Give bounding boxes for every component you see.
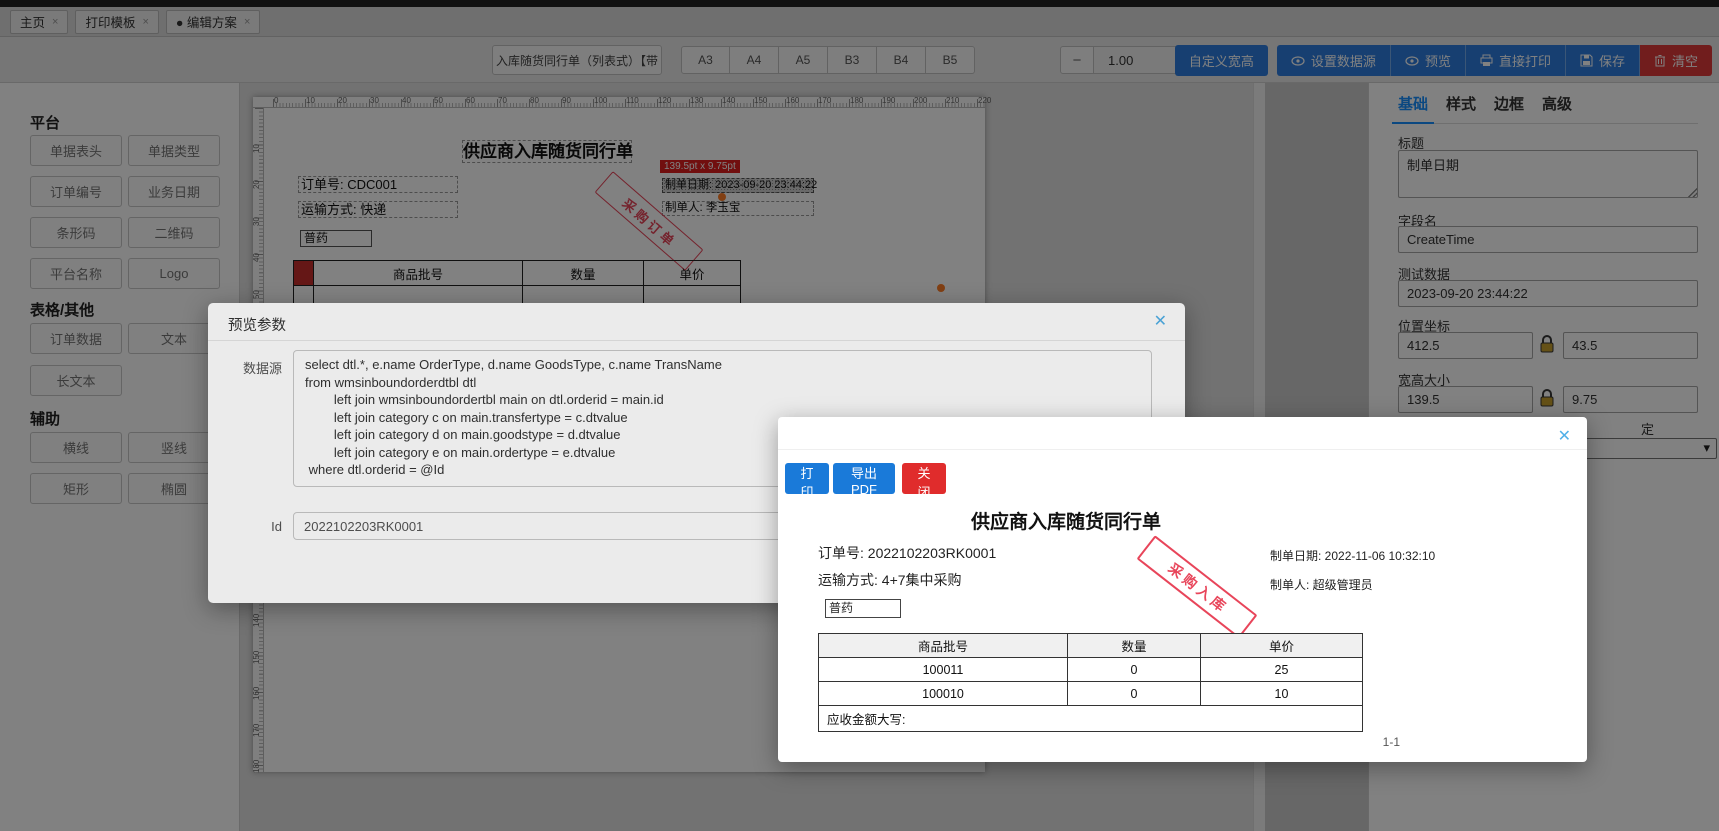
preview-table-cell: 0	[1067, 681, 1201, 706]
preview-table-header-row: 商品批号 数量 单价	[818, 633, 1363, 658]
preview-transport: 运输方式: 4+7集中采购	[818, 572, 962, 588]
preview-table-cell: 10	[1200, 681, 1363, 706]
preview-table-footer-row: 应收金额大写:	[818, 705, 1363, 732]
preview-col-batch: 商品批号	[818, 633, 1068, 658]
page-indicator: 1-1	[1382, 735, 1400, 749]
preview-table-cell: 100010	[818, 681, 1068, 706]
close-preview-button[interactable]: 关闭	[902, 463, 946, 500]
preview-table-footer: 应收金额大写:	[818, 705, 1363, 732]
preview-doc-title: 供应商入库随货同行单	[970, 512, 1161, 533]
preview-table-cell: 100011	[818, 657, 1068, 682]
modal-header: ✕	[778, 417, 1587, 450]
print-preview-modal: ✕ 打印 导出PDF 关闭 供应商入库随货同行单 订单号: 2022102203…	[778, 417, 1587, 762]
preview-order-no: 订单号: 2022102203RK0001	[818, 545, 997, 561]
print-button[interactable]: 打印	[785, 463, 829, 500]
export-pdf-button[interactable]: 导出PDF	[833, 463, 895, 497]
print-template-designer: 主页 × 打印模板 × ● 编辑方案 × 入库随货同行单（列表式）【带 A3 A…	[0, 0, 1719, 831]
preview-stamp-purchase-inbound: 采 购 入 库	[1136, 535, 1258, 639]
preview-order-table: 商品批号 数量 单价 100011 0 25 100010 0 10 应收金额大写:	[818, 633, 1363, 732]
preview-col-price: 单价	[1200, 633, 1363, 658]
preview-table-row: 100010 0 10	[818, 681, 1363, 706]
preview-make-date: 制单日期: 2022-11-06 10:32:10	[1270, 549, 1436, 563]
preview-drug-type: 普药	[825, 599, 901, 618]
preview-maker: 制单人: 超级管理员	[1270, 578, 1373, 592]
preview-table-row: 100011 0 25	[818, 657, 1363, 682]
preview-col-qty: 数量	[1067, 633, 1201, 658]
preview-table-cell: 25	[1200, 657, 1363, 682]
close-icon[interactable]: ✕	[1558, 429, 1571, 445]
preview-table-cell: 0	[1067, 657, 1201, 682]
